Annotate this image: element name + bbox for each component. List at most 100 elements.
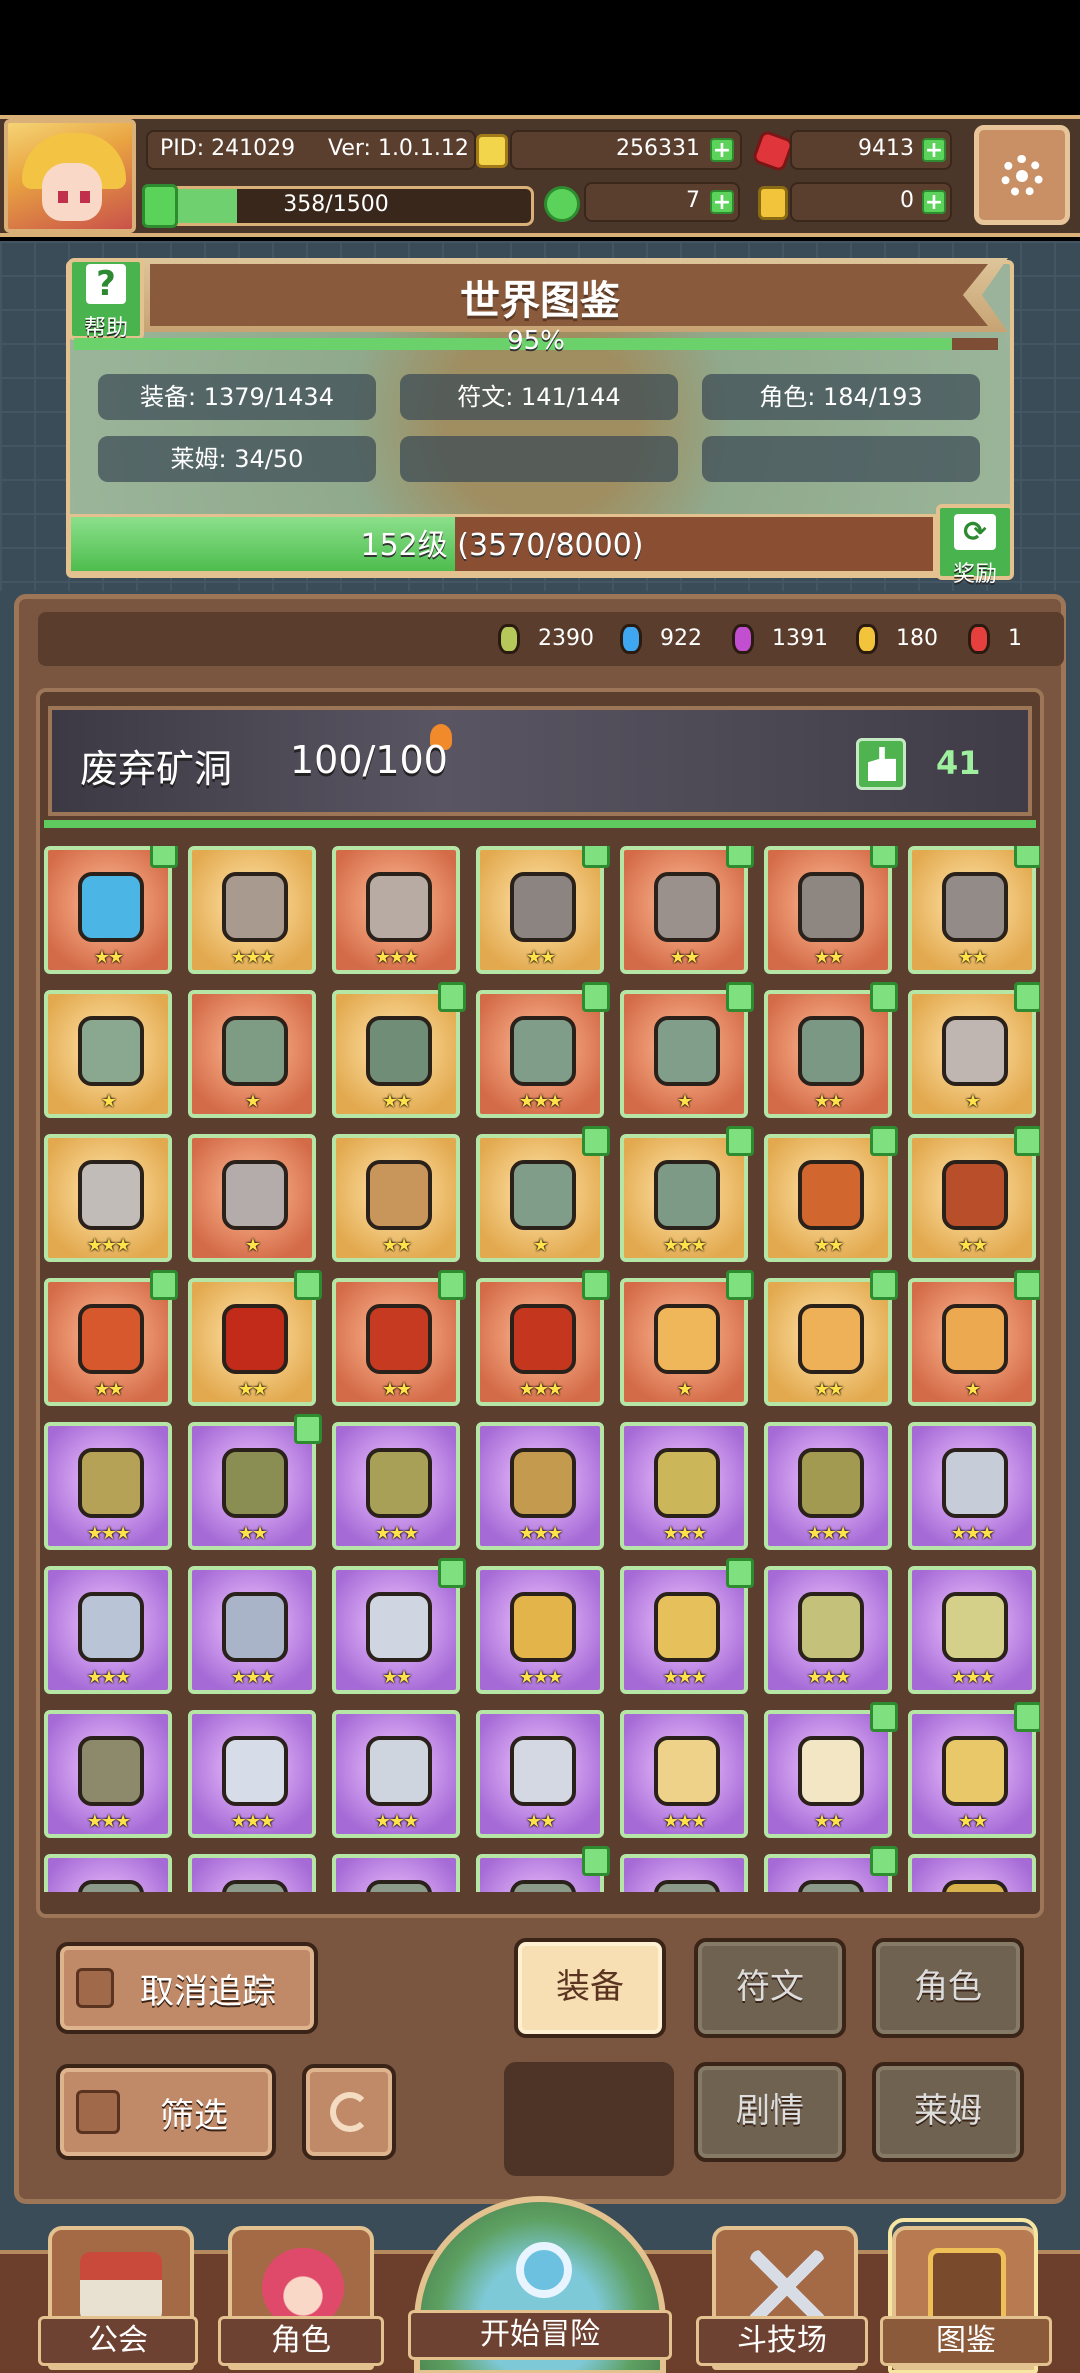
star-rating: ★★★ bbox=[662, 1667, 707, 1688]
equipment-icon bbox=[366, 1592, 432, 1662]
area-name: 废弃矿洞 bbox=[80, 747, 233, 791]
equipment-slot[interactable]: ★★★ bbox=[476, 1270, 610, 1406]
stat-rune: 符文: 141/144 bbox=[400, 374, 678, 420]
equipment-slot[interactable]: ★★★ bbox=[620, 1422, 748, 1550]
star-rating: ★★★ bbox=[86, 1235, 131, 1256]
reset-filter-button[interactable] bbox=[302, 2064, 396, 2160]
equipment-slot[interactable]: ★★★ bbox=[476, 1566, 604, 1694]
equipment-slot[interactable]: ★★★ bbox=[476, 1422, 604, 1550]
equipment-icon bbox=[798, 872, 864, 942]
equipment-slot[interactable]: ★ bbox=[476, 1126, 610, 1262]
equipment-slot[interactable]: ★ bbox=[188, 1134, 316, 1262]
tab-slime[interactable]: 莱姆 bbox=[872, 2062, 1024, 2162]
equipment-slot[interactable]: ★★ bbox=[764, 846, 898, 974]
equipment-slot[interactable] bbox=[764, 1846, 898, 1892]
player-avatar[interactable] bbox=[4, 119, 136, 233]
settings-button[interactable] bbox=[974, 125, 1070, 225]
equipment-slot[interactable] bbox=[332, 1854, 460, 1892]
tab-equipment[interactable]: 装备 bbox=[514, 1938, 666, 2038]
stat-character: 角色: 184/193 bbox=[702, 374, 980, 420]
equipment-slot[interactable]: ★ bbox=[620, 982, 754, 1118]
nav-arena-label[interactable]: 斗技场 bbox=[696, 2316, 868, 2366]
add-gold-icon[interactable]: + bbox=[710, 138, 734, 162]
equipment-icon bbox=[78, 1592, 144, 1662]
equipment-slot[interactable]: ★★★ bbox=[620, 1558, 754, 1694]
star-rating: ★★ bbox=[381, 1379, 412, 1400]
equipment-slot[interactable]: ★★★ bbox=[908, 1566, 1036, 1694]
equipment-icon bbox=[222, 1016, 288, 1086]
add-key-icon[interactable]: + bbox=[922, 190, 946, 214]
banner-divider bbox=[44, 820, 1036, 828]
equipment-slot[interactable]: ★★★ bbox=[44, 1566, 172, 1694]
equipment-slot[interactable] bbox=[188, 1854, 316, 1892]
equipment-slot[interactable] bbox=[44, 1854, 172, 1892]
equipment-slot[interactable]: ★★ bbox=[620, 846, 754, 974]
equipment-slot[interactable]: ★★ bbox=[908, 1702, 1040, 1838]
equipment-slot[interactable]: ★ bbox=[44, 990, 172, 1118]
star-rating: ★★★ bbox=[86, 1523, 131, 1544]
nav-guild-label[interactable]: 公会 bbox=[38, 2316, 198, 2366]
tab-character[interactable]: 角色 bbox=[872, 1938, 1024, 2038]
filter-button[interactable]: 筛选 bbox=[56, 2064, 276, 2160]
equipment-slot[interactable]: ★★★ bbox=[44, 1422, 172, 1550]
tab-rune[interactable]: 符文 bbox=[694, 1938, 846, 2038]
equipment-slot[interactable]: ★★ bbox=[332, 982, 466, 1118]
equipment-slot[interactable]: ★★★ bbox=[44, 1134, 172, 1262]
equipment-slot[interactable]: ★★★ bbox=[620, 1710, 748, 1838]
liked-badge-icon bbox=[150, 846, 178, 868]
ruby-amount: 9413 bbox=[858, 136, 914, 161]
equipment-slot[interactable]: ★★ bbox=[44, 1270, 178, 1406]
key-icon bbox=[758, 186, 788, 220]
equipment-slot[interactable]: ★★ bbox=[764, 982, 898, 1118]
equipment-slot[interactable]: ★★ bbox=[908, 1126, 1040, 1262]
equipment-slot[interactable]: ★★★ bbox=[908, 1422, 1036, 1550]
thumbs-up-icon[interactable] bbox=[856, 738, 906, 790]
equipment-slot[interactable] bbox=[908, 1854, 1036, 1892]
equipment-slot[interactable]: ★★★ bbox=[332, 1710, 460, 1838]
equipment-slot[interactable]: ★★★ bbox=[188, 1566, 316, 1694]
equipment-slot[interactable]: ★★ bbox=[44, 846, 178, 974]
equipment-slot[interactable]: ★★ bbox=[476, 846, 610, 974]
equipment-slot[interactable]: ★★ bbox=[332, 1270, 466, 1406]
equipment-slot[interactable]: ★★★ bbox=[764, 1422, 892, 1550]
tab-story[interactable]: 剧情 bbox=[694, 2062, 846, 2162]
equipment-slot[interactable]: ★★ bbox=[332, 1134, 460, 1262]
equipment-icon bbox=[510, 1592, 576, 1662]
equipment-slot[interactable]: ★★★ bbox=[332, 846, 460, 974]
untrack-button[interactable]: 取消追踪 bbox=[56, 1942, 318, 2034]
nav-character-label[interactable]: 角色 bbox=[218, 2316, 384, 2366]
star-rating: ★★★ bbox=[230, 1667, 275, 1688]
gem-icon bbox=[968, 624, 990, 654]
equipment-slot[interactable]: ★★★ bbox=[188, 846, 316, 974]
equipment-slot[interactable]: ★★★ bbox=[620, 1126, 754, 1262]
equipment-slot[interactable] bbox=[620, 1854, 748, 1892]
equipment-slot[interactable]: ★★ bbox=[476, 1710, 604, 1838]
equipment-slot[interactable]: ★★ bbox=[764, 1270, 898, 1406]
equipment-slot[interactable]: ★★ bbox=[332, 1558, 466, 1694]
star-rating: ★★★ bbox=[374, 1523, 419, 1544]
equipment-slot[interactable]: ★★★ bbox=[44, 1710, 172, 1838]
clover-amount: 7 bbox=[686, 188, 700, 213]
equipment-slot[interactable]: ★★★ bbox=[764, 1566, 892, 1694]
equipment-slot[interactable]: ★ bbox=[620, 1270, 754, 1406]
equipment-slot[interactable]: ★★ bbox=[764, 1702, 898, 1838]
equipment-slot[interactable]: ★★★ bbox=[188, 1710, 316, 1838]
nav-adventure-label[interactable]: 开始冒险 bbox=[408, 2310, 672, 2360]
equipment-slot[interactable]: ★ bbox=[188, 990, 316, 1118]
nav-codex-label[interactable]: 图鉴 bbox=[880, 2316, 1052, 2366]
equipment-slot[interactable]: ★★★ bbox=[476, 982, 610, 1118]
equipment-slot[interactable]: ★★ bbox=[188, 1270, 322, 1406]
equipment-slot[interactable]: ★★ bbox=[764, 1126, 898, 1262]
star-rating: ★★★ bbox=[230, 947, 275, 968]
add-ruby-icon[interactable]: + bbox=[922, 138, 946, 162]
equipment-slot[interactable]: ★★★ bbox=[332, 1422, 460, 1550]
equipment-slot[interactable]: ★★ bbox=[908, 846, 1040, 974]
equipment-slot[interactable]: ★★ bbox=[188, 1414, 322, 1550]
equipment-slot[interactable]: ★ bbox=[908, 982, 1040, 1118]
clover-icon bbox=[544, 186, 580, 222]
add-clover-icon[interactable]: + bbox=[710, 190, 734, 214]
equipment-slot[interactable] bbox=[476, 1846, 610, 1892]
liked-badge-icon bbox=[870, 1126, 898, 1156]
equipment-icon bbox=[942, 872, 1008, 942]
equipment-slot[interactable]: ★ bbox=[908, 1270, 1040, 1406]
